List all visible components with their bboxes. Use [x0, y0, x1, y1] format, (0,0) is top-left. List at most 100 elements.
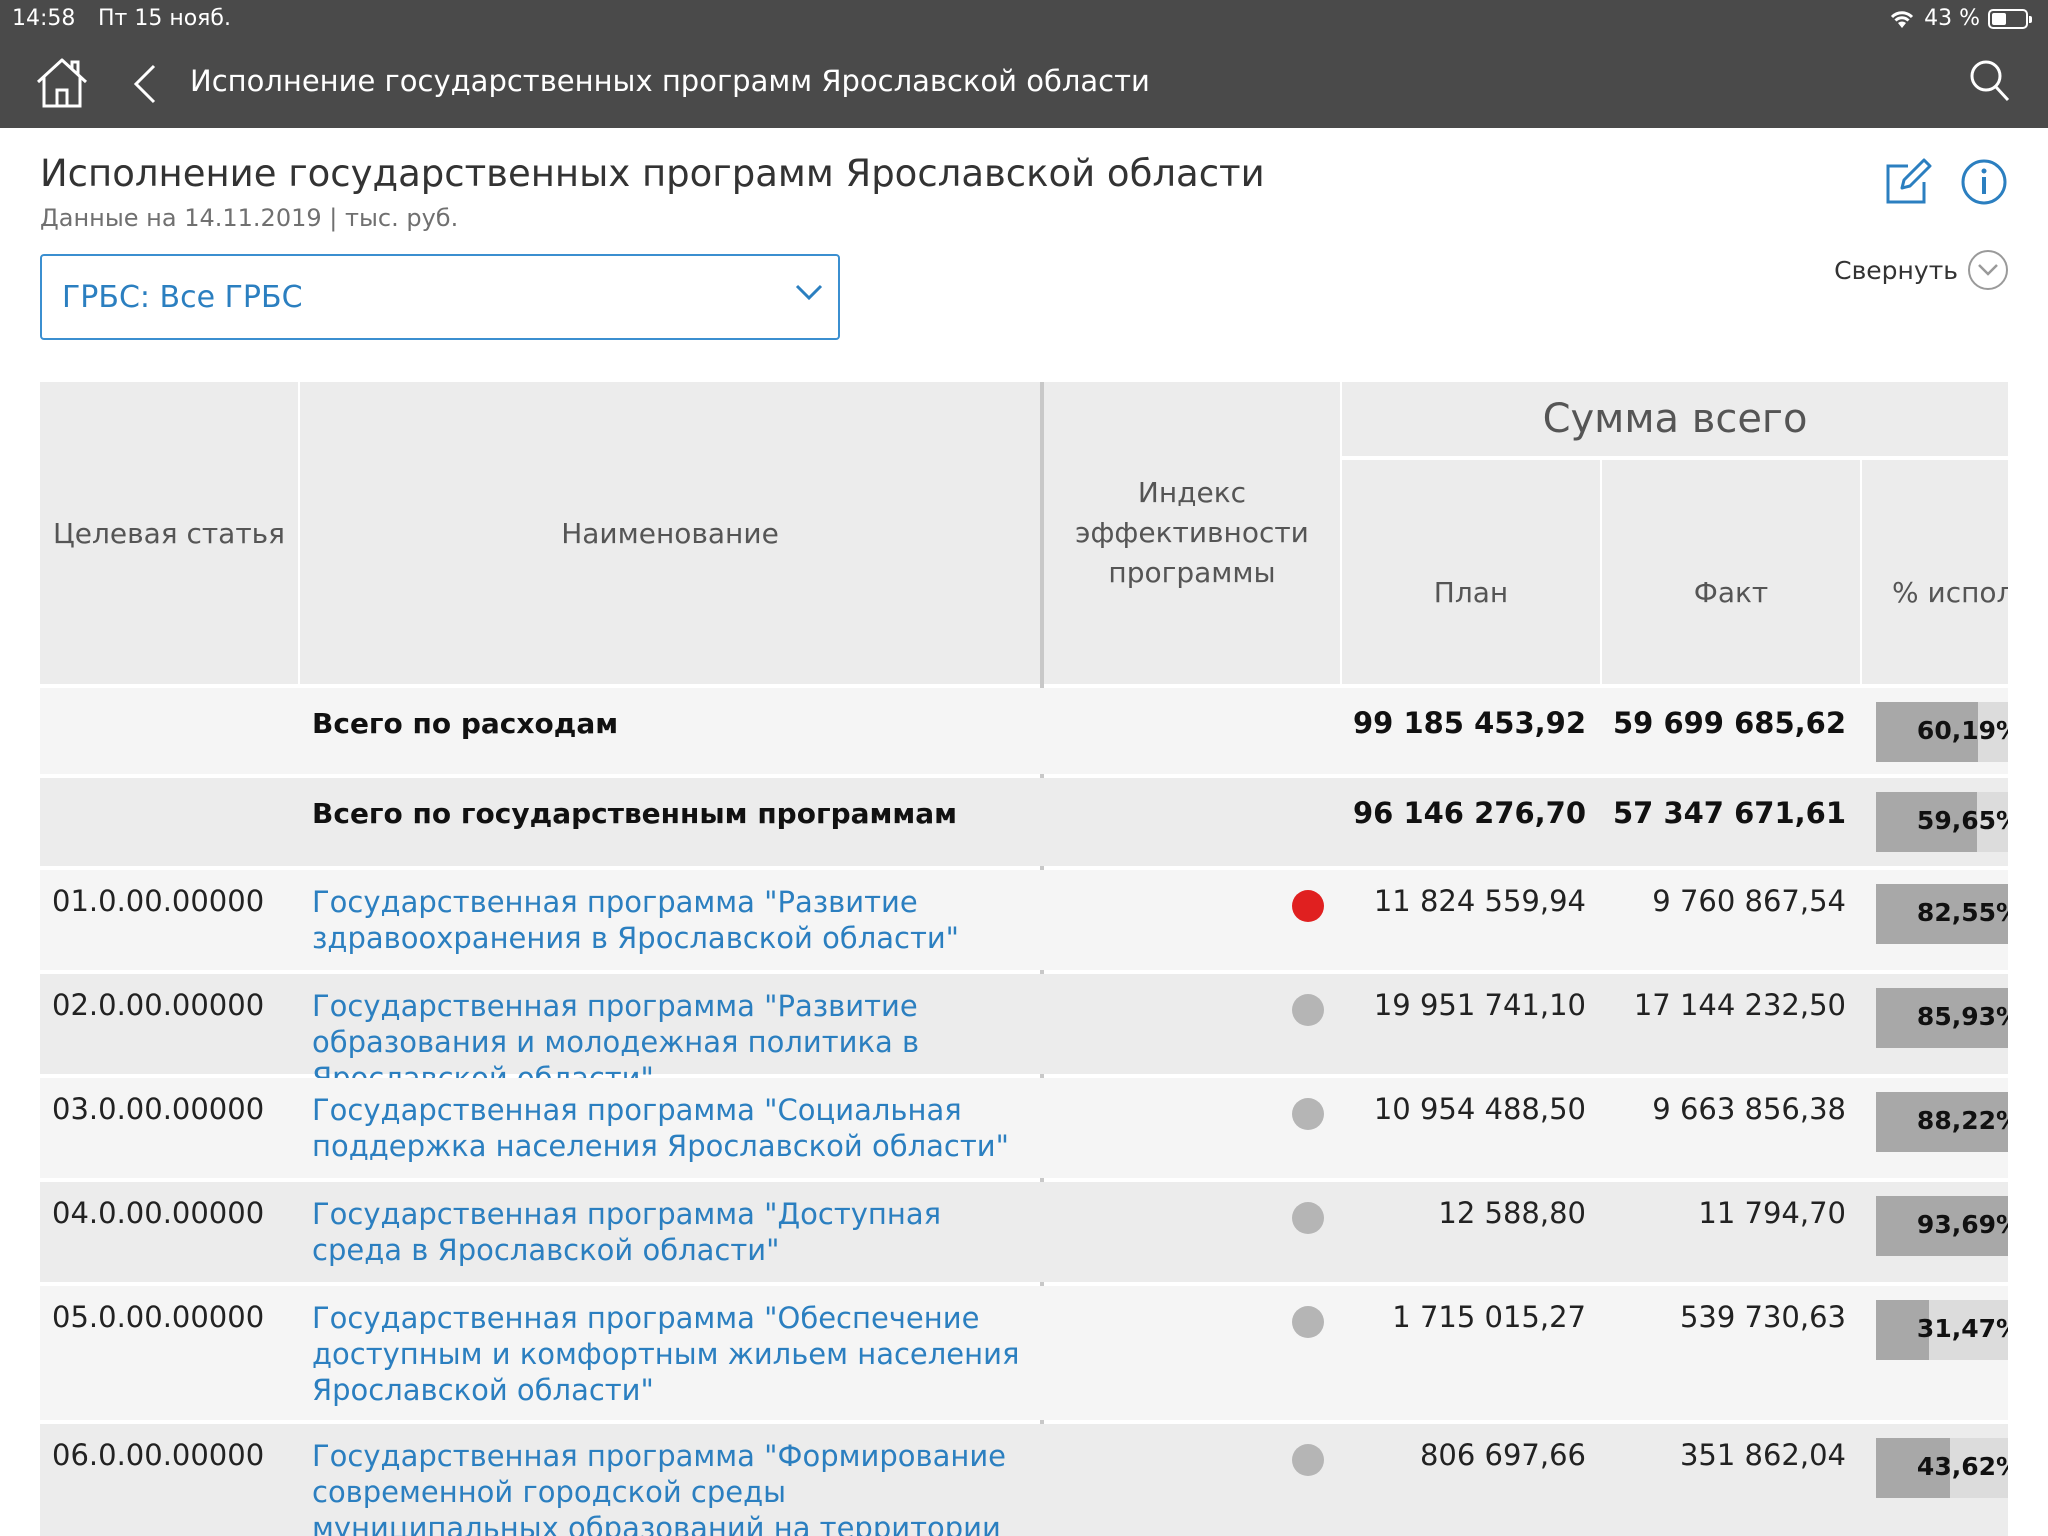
- cell-fact: 539 730,63: [1679, 1300, 1846, 1334]
- program-link[interactable]: Государственная программа "Развитие обра…: [300, 974, 1040, 1095]
- status-indicator: [1292, 1306, 1324, 1338]
- table-row[interactable]: 01.0.00.00000 Государственная программа "…: [40, 870, 2008, 970]
- progress-bar: 59,65%: [1876, 792, 2008, 852]
- filter-value: ГРБС: Все ГРБС: [62, 279, 303, 315]
- table-row[interactable]: 03.0.00.00000 Государственная программа "…: [40, 1078, 2008, 1178]
- chevron-down-icon: [1968, 250, 2008, 290]
- cell-plan: 11 824 559,94: [1373, 884, 1586, 918]
- progress-label: 60,19%: [1916, 716, 2008, 745]
- cell-pct: 59,65%: [1862, 778, 2008, 866]
- progress-bar: 31,47%: [1876, 1300, 2008, 1360]
- wifi-icon: [1891, 10, 1914, 28]
- program-link[interactable]: Государственная программа "Социальная по…: [300, 1078, 1040, 1178]
- cell-fact: 57 347 671,61: [1613, 796, 1846, 830]
- progress-label: 85,93%: [1916, 1002, 2008, 1031]
- cell-pct: 31,47%: [1862, 1286, 2008, 1420]
- page-subtitle: Данные на 14.11.2019 | тыс. руб.: [40, 204, 459, 232]
- home-icon[interactable]: [34, 56, 90, 108]
- edit-icon[interactable]: [1884, 158, 1932, 206]
- search-icon[interactable]: [1968, 58, 2012, 104]
- progress-label: 43,62%: [1916, 1452, 2008, 1481]
- battery-icon: [1988, 8, 2032, 29]
- cell-plan: 1 715 015,27: [1392, 1300, 1586, 1334]
- status-date: Пт 15 нояб.: [98, 6, 231, 31]
- programs-table: Целевая статья Наименование Индекс эффек…: [40, 382, 2008, 1536]
- col-group-header-sum: Сумма всего: [1342, 382, 2008, 456]
- status-indicator: [1292, 1098, 1324, 1130]
- progress-bar: 88,22%: [1876, 1092, 2008, 1152]
- cell-pct: 93,69%: [1862, 1182, 2008, 1282]
- cell-plan: 96 146 276,70: [1353, 796, 1586, 830]
- info-icon[interactable]: [1960, 158, 2008, 206]
- cell-code: 05.0.00.00000: [52, 1300, 265, 1334]
- program-link[interactable]: Государственная программа "Доступная сре…: [300, 1182, 1040, 1282]
- battery-percent: 43 %: [1924, 6, 1980, 31]
- cell-name: Всего по государственным программам: [312, 797, 958, 830]
- cell-fact: 17 144 232,50: [1633, 988, 1846, 1022]
- progress-label: 88,22%: [1916, 1106, 2008, 1135]
- cell-code: [40, 778, 298, 866]
- table-row[interactable]: Всего по расходам 99 185 453,92 59 699 685…: [40, 688, 2008, 774]
- cell-plan: 10 954 488,50: [1373, 1092, 1586, 1126]
- col-header-index[interactable]: Индекс эффективности программы: [1044, 382, 1340, 684]
- back-icon[interactable]: [130, 62, 160, 106]
- cell-fact: 351 862,04: [1679, 1438, 1846, 1472]
- cell-code: 03.0.00.00000: [52, 1092, 265, 1126]
- table-row[interactable]: 04.0.00.00000 Государственная программа "…: [40, 1182, 2008, 1282]
- cell-pct: 85,93%: [1862, 974, 2008, 1074]
- progress-label: 82,55%: [1916, 898, 2008, 927]
- cell-index: [1044, 688, 1340, 774]
- cell-fact: 59 699 685,62: [1613, 706, 1846, 740]
- status-indicators: 43 %: [1888, 6, 2032, 31]
- cell-fact: 11 794,70: [1698, 1196, 1846, 1230]
- status-indicator: [1292, 1444, 1324, 1476]
- cell-index: [1044, 974, 1340, 1074]
- cell-pct: 88,22%: [1862, 1078, 2008, 1178]
- cell-index: [1044, 1424, 1340, 1536]
- cell-index: [1044, 778, 1340, 866]
- program-link[interactable]: Государственная программа "Формирование …: [300, 1424, 1040, 1536]
- col-header-plan[interactable]: План: [1342, 460, 1600, 684]
- cell-code: 04.0.00.00000: [52, 1196, 265, 1230]
- col-header-name[interactable]: Наименование: [300, 382, 1040, 684]
- program-link[interactable]: Государственная программа "Развитие здра…: [300, 870, 1040, 970]
- progress-bar: 60,19%: [1876, 702, 2008, 762]
- cell-name: Всего по расходам: [312, 707, 619, 740]
- table-row[interactable]: 05.0.00.00000 Государственная программа "…: [40, 1286, 2008, 1420]
- page-title: Исполнение государственных программ Ярос…: [40, 152, 1265, 195]
- nav-title: Исполнение государственных программ Ярос…: [190, 64, 1150, 98]
- collapse-button[interactable]: Свернуть: [1834, 250, 2008, 290]
- status-time: 14:58: [12, 6, 76, 31]
- cell-fact: 9 760 867,54: [1652, 884, 1846, 918]
- cell-plan: 19 951 741,10: [1373, 988, 1586, 1022]
- cell-fact: 9 663 856,38: [1652, 1092, 1846, 1126]
- progress-bar: 93,69%: [1876, 1196, 2008, 1256]
- table-row[interactable]: 02.0.00.00000 Государственная программа "…: [40, 974, 2008, 1095]
- collapse-label: Свернуть: [1834, 255, 1958, 285]
- table-row[interactable]: Всего по государственным программам 96 14…: [40, 778, 2008, 866]
- col-header-fact[interactable]: Факт: [1602, 460, 1860, 684]
- progress-bar: 82,55%: [1876, 884, 2008, 944]
- cell-code: 01.0.00.00000: [52, 884, 265, 918]
- cell-pct: 43,62%: [1862, 1424, 2008, 1536]
- cell-plan: 99 185 453,92: [1353, 706, 1586, 740]
- cell-pct: 60,19%: [1862, 688, 2008, 774]
- col-header-pct[interactable]: % исполнения: [1862, 460, 2008, 684]
- chevron-down-icon: [795, 284, 823, 301]
- progress-label: 93,69%: [1916, 1210, 2008, 1239]
- progress-bar: 85,93%: [1876, 988, 2008, 1048]
- program-link[interactable]: Государственная программа "Обеспечение д…: [300, 1286, 1040, 1420]
- cell-code: [40, 688, 298, 774]
- col-header-code[interactable]: Целевая статья: [40, 382, 298, 684]
- cell-index: [1044, 870, 1340, 970]
- status-indicator: [1292, 1202, 1324, 1234]
- cell-code: 02.0.00.00000: [52, 988, 265, 1022]
- progress-bar: 43,62%: [1876, 1438, 2008, 1498]
- progress-label: 59,65%: [1916, 806, 2008, 835]
- status-indicator: [1292, 994, 1324, 1026]
- cell-pct: 82,55%: [1862, 870, 2008, 970]
- cell-code: 06.0.00.00000: [52, 1438, 265, 1472]
- cell-index: [1044, 1182, 1340, 1282]
- grbs-filter-select[interactable]: ГРБС: Все ГРБС: [40, 254, 840, 340]
- table-row[interactable]: 06.0.00.00000 Государственная программа "…: [40, 1424, 2008, 1536]
